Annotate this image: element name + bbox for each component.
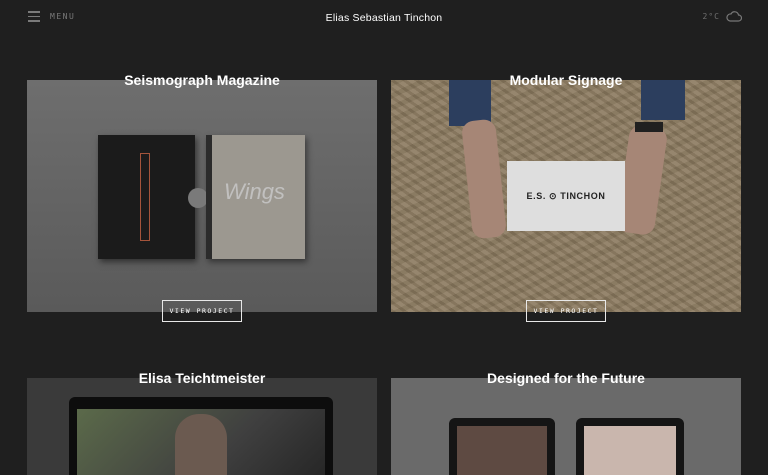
project-image[interactable]: Wings bbox=[27, 80, 377, 312]
magazine-cover: Wings bbox=[188, 135, 305, 259]
temperature: 2°C bbox=[702, 11, 720, 21]
project-image[interactable] bbox=[27, 378, 377, 475]
wristwatch bbox=[635, 122, 663, 132]
tablet-right bbox=[576, 418, 684, 475]
black-book bbox=[98, 135, 195, 259]
project-title[interactable]: Elisa Teichtmeister bbox=[27, 370, 377, 386]
project-title[interactable]: Seismograph Magazine bbox=[27, 72, 377, 88]
top-bar: MENU Elias Sebastian Tinchon 2°C bbox=[0, 0, 768, 36]
view-project-button[interactable]: VIEW PROJECT bbox=[162, 300, 242, 322]
project-card-modular-signage[interactable]: E.S. ⊙ TINCHON Modular Signage VIEW PROJ… bbox=[391, 72, 741, 322]
project-title[interactable]: Modular Signage bbox=[391, 72, 741, 88]
view-project-button[interactable]: VIEW PROJECT bbox=[526, 300, 606, 322]
cloud-icon bbox=[726, 10, 742, 22]
project-card-elisa[interactable]: Elisa Teichtmeister bbox=[27, 370, 377, 475]
weather-widget: 2°C bbox=[703, 10, 742, 22]
magazine-cover-word: Wings bbox=[224, 179, 285, 204]
project-title[interactable]: Designed for the Future bbox=[391, 370, 741, 386]
project-image[interactable]: E.S. ⊙ TINCHON bbox=[391, 80, 741, 312]
portrait bbox=[175, 414, 227, 475]
project-image[interactable] bbox=[391, 378, 741, 475]
tablet-left bbox=[449, 418, 555, 475]
project-card-future[interactable]: Designed for the Future bbox=[391, 370, 741, 475]
signage-text: E.S. ⊙ TINCHON bbox=[526, 190, 606, 201]
hand-left bbox=[460, 118, 508, 240]
project-card-seismograph[interactable]: Wings Seismograph Magazine VIEW PROJECT bbox=[27, 72, 377, 322]
site-title[interactable]: Elias Sebastian Tinchon bbox=[0, 12, 768, 24]
signage-card: E.S. ⊙ TINCHON bbox=[507, 161, 625, 231]
